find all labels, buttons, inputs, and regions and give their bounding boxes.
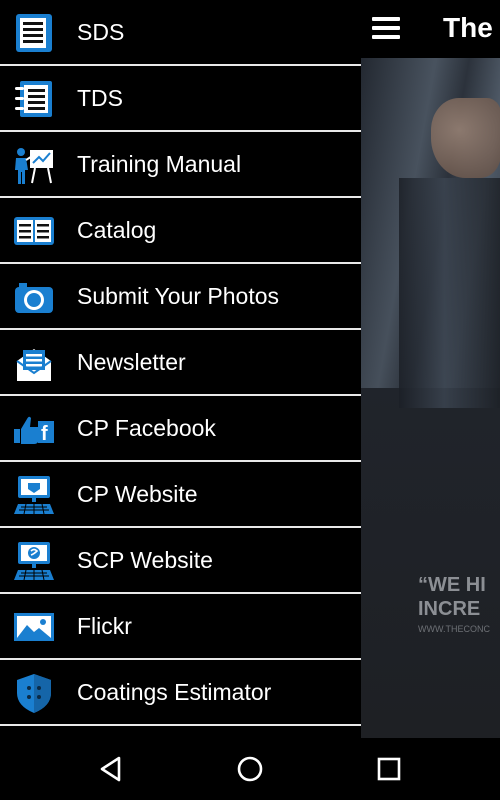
divider [0, 724, 361, 726]
hero-quote-line2: INCRE [418, 598, 481, 620]
recents-square-icon[interactable] [373, 753, 405, 785]
drawer-item-label: Newsletter [77, 349, 186, 375]
computer-monitor-logo-icon [14, 542, 54, 581]
facebook-thumbs-up-icon: f [14, 416, 54, 445]
system-navigation-bar [0, 738, 500, 800]
drawer-item-cp-facebook[interactable]: f CP Facebook [0, 396, 361, 462]
hero-url: WWW.THECONC [418, 624, 490, 634]
drawer-item-label: SDS [77, 19, 125, 45]
drawer-item-label: Catalog [77, 217, 157, 243]
computer-monitor-icon [14, 476, 54, 515]
drawer-item-label: Coatings Estimator [77, 679, 272, 705]
drawer-item-label: Submit Your Photos [77, 283, 280, 309]
home-circle-icon[interactable] [234, 753, 266, 785]
envelope-letter-icon [16, 349, 52, 381]
navigation-drawer: SDS TDS Training Manual Catalog Submit Y… [0, 0, 361, 738]
back-triangle-icon[interactable] [95, 753, 127, 785]
drawer-item-tds[interactable]: TDS [0, 66, 361, 132]
drawer-item-newsletter[interactable]: Newsletter [0, 330, 361, 396]
drawer-item-catalog[interactable]: Catalog [0, 198, 361, 264]
drawer-item-label: Flickr [77, 613, 132, 639]
drawer-item-coatings-estimator[interactable]: Coatings Estimator [0, 660, 361, 726]
presenter-board-icon [15, 148, 53, 184]
open-book-icon [14, 217, 54, 245]
svg-text:f: f [41, 423, 48, 445]
camera-icon [15, 283, 53, 313]
drawer-item-label: TDS [77, 85, 123, 111]
drawer-item-cp-website[interactable]: CP Website [0, 462, 361, 528]
hero-image [361, 58, 500, 738]
drawer-item-label: CP Facebook [77, 415, 216, 441]
drawer-item-label: CP Website [77, 481, 198, 507]
drawer-item-label: Training Manual [77, 151, 242, 177]
drawer-item-sds[interactable]: SDS [0, 0, 361, 66]
document-list-icon [16, 14, 52, 52]
drawer-item-scp-website[interactable]: SCP Website [0, 528, 361, 594]
notebook-list-icon [15, 81, 52, 117]
hamburger-menu-icon[interactable] [372, 17, 400, 39]
drawer-item-training-manual[interactable]: Training Manual [0, 132, 361, 198]
app-title: The [443, 12, 493, 43]
image-landscape-icon [14, 613, 54, 641]
shield-calculator-icon [17, 674, 51, 713]
drawer-item-label: SCP Website [77, 547, 213, 573]
drawer-item-flickr[interactable]: Flickr [0, 594, 361, 660]
drawer-item-submit-photos[interactable]: Submit Your Photos [0, 264, 361, 330]
hero-quote-line1: “WE HI [418, 574, 486, 596]
